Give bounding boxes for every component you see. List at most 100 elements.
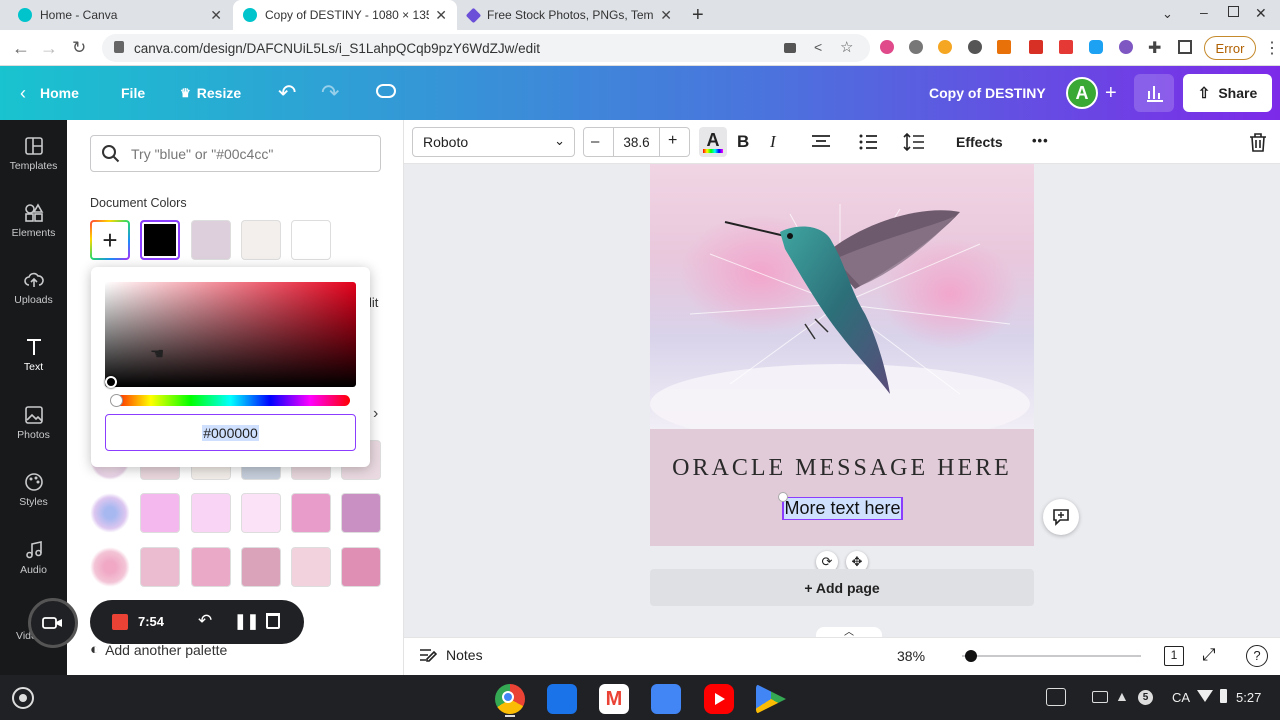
rail-item-photos[interactable]: Photos [0, 405, 67, 441]
comment-button[interactable] [1043, 499, 1079, 535]
font-family-select[interactable]: Roboto ⌄ [412, 127, 575, 157]
increase-font-button[interactable]: + [668, 132, 677, 150]
list-icon[interactable] [858, 134, 878, 150]
color-swatch[interactable] [191, 220, 231, 260]
extension-icon[interactable] [997, 40, 1011, 54]
selected-text-box[interactable]: More text here [782, 497, 903, 520]
delete-recording-icon[interactable] [266, 613, 280, 629]
color-swatch[interactable] [140, 547, 180, 587]
font-size-input[interactable]: 38.6 [613, 127, 660, 157]
input-method-label[interactable]: CA [1172, 690, 1190, 705]
photo-palette-thumb[interactable] [90, 547, 130, 587]
close-window-icon[interactable]: ✕ [1255, 5, 1267, 22]
bold-button[interactable]: B [737, 132, 749, 152]
trash-icon[interactable] [1249, 133, 1267, 152]
color-swatch[interactable] [191, 493, 231, 533]
avatar[interactable]: A [1066, 77, 1098, 109]
address-bar[interactable]: canva.com/design/DAFCNUiL5Ls/i_S1LahpQCq… [102, 34, 870, 62]
new-tab-button[interactable]: + [692, 4, 704, 27]
chrome-app-icon[interactable] [495, 684, 525, 714]
add-collaborator-icon[interactable]: + [1105, 66, 1117, 120]
gmail-app-icon[interactable]: M [599, 684, 629, 714]
redo-icon[interactable]: ↷ [321, 66, 339, 120]
bookmark-star-icon[interactable]: ☆ [840, 38, 853, 56]
puzzle-extensions-icon[interactable]: ✚ [1148, 38, 1161, 58]
maximize-icon[interactable] [1228, 6, 1239, 17]
browser-tab-active[interactable]: Copy of DESTINY - 1080 × 1350p ✕ [233, 0, 457, 30]
notes-button[interactable]: Notes [419, 647, 483, 663]
color-swatch[interactable] [291, 493, 331, 533]
extension-icon[interactable] [909, 40, 923, 54]
effects-button[interactable]: Effects [956, 134, 1003, 150]
browser-tab[interactable]: Free Stock Photos, PNGs, Templ ✕ [458, 0, 682, 30]
fullscreen-icon[interactable]: ⤢ [1202, 645, 1216, 665]
design-image[interactable] [650, 164, 1034, 429]
zoom-level[interactable]: 38% [897, 648, 925, 664]
spacing-icon[interactable] [903, 133, 925, 151]
launcher-icon[interactable] [12, 687, 34, 709]
decrease-font-button[interactable]: – [591, 133, 599, 150]
docs-app-icon[interactable] [651, 684, 681, 714]
document-title[interactable]: Copy of DESTINY [929, 66, 1046, 120]
add-color-button[interactable]: + [90, 220, 130, 260]
extension-icon[interactable] [1029, 40, 1043, 54]
side-panel-icon[interactable] [1178, 40, 1192, 54]
color-swatch[interactable] [291, 220, 331, 260]
color-swatch[interactable] [241, 547, 281, 587]
screen-recorder-camera-button[interactable] [28, 598, 78, 648]
color-swatch[interactable] [140, 493, 180, 533]
notification-count-badge[interactable]: 5 [1138, 690, 1153, 705]
rail-item-styles[interactable]: Styles [0, 472, 67, 508]
extension-icon[interactable] [1059, 40, 1073, 54]
forward-icon[interactable]: → [40, 38, 58, 59]
help-icon[interactable]: ? [1246, 645, 1268, 667]
page-count-button[interactable]: 1 [1164, 646, 1184, 666]
extension-icon[interactable] [880, 40, 894, 54]
color-swatch[interactable] [341, 493, 381, 533]
color-swatch[interactable] [191, 547, 231, 587]
oracle-heading-text[interactable]: ORACLE MESSAGE HERE [650, 455, 1034, 482]
close-tab-icon[interactable]: ✕ [660, 7, 672, 24]
browser-menu-icon[interactable]: ⋮ [1264, 38, 1280, 58]
screen-cast-icon[interactable] [1092, 691, 1108, 703]
zoom-slider-handle[interactable] [964, 650, 977, 662]
hue-handle[interactable] [110, 394, 123, 407]
rail-item-uploads[interactable]: Uploads [0, 270, 67, 306]
add-page-button[interactable]: + Add page [650, 569, 1034, 606]
more-options-button[interactable]: ••• [1032, 133, 1049, 148]
saturation-handle[interactable] [105, 376, 117, 388]
undo-icon[interactable]: ↶ [278, 66, 296, 120]
extension-icon[interactable] [968, 40, 982, 54]
color-search-input[interactable]: Try "blue" or "#00c4cc" [90, 135, 381, 172]
home-button[interactable]: ‹ Home [20, 66, 79, 120]
minimize-icon[interactable]: – [1200, 4, 1208, 20]
close-tab-icon[interactable]: ✕ [435, 7, 447, 24]
hue-slider[interactable] [111, 395, 350, 406]
text-color-button[interactable]: A [699, 127, 727, 157]
rail-item-audio[interactable]: Audio [0, 540, 67, 576]
camera-icon[interactable] [784, 43, 796, 53]
italic-button[interactable]: I [770, 132, 776, 152]
tab-search-icon[interactable]: ⌄ [1162, 6, 1173, 22]
color-swatch[interactable] [341, 547, 381, 587]
rail-item-templates[interactable]: Templates [0, 136, 67, 172]
insights-button[interactable] [1134, 74, 1174, 112]
share-button[interactable]: ⇧ Share [1183, 74, 1272, 112]
file-menu-button[interactable]: File [121, 66, 145, 120]
color-swatch[interactable] [241, 220, 281, 260]
profile-error-button[interactable]: Error [1204, 36, 1256, 60]
extension-icon[interactable] [1089, 40, 1103, 54]
stop-recording-button[interactable] [112, 614, 128, 630]
share-page-icon[interactable]: < [814, 39, 822, 55]
undo-recording-icon[interactable]: ↶ [198, 611, 212, 631]
zoom-slider[interactable] [962, 655, 1141, 657]
hex-input[interactable]: #000000 [105, 414, 356, 451]
reload-icon[interactable]: ↻ [72, 38, 86, 58]
files-app-icon[interactable] [547, 684, 577, 714]
back-icon[interactable]: ← [12, 38, 30, 59]
color-swatch[interactable] [291, 547, 331, 587]
saturation-picker[interactable] [105, 282, 356, 387]
rotate-handle[interactable] [778, 492, 788, 502]
close-tab-icon[interactable]: ✕ [210, 7, 222, 24]
rail-item-elements[interactable]: Elements [0, 203, 67, 239]
